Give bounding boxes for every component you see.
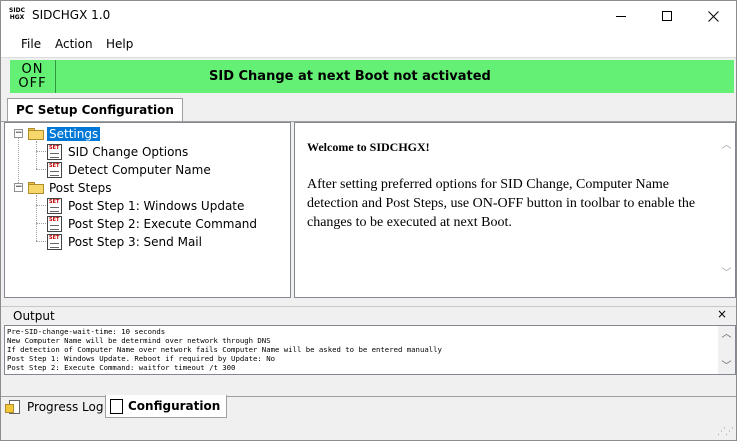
post-steps-collapse-toggle[interactable]: − xyxy=(14,183,23,192)
title-bar[interactable]: SIDC HGX SIDCHGX 1.0 xyxy=(1,1,736,31)
output-line: If detection of Computer Name over netwo… xyxy=(7,345,442,354)
tab-label: Configuration xyxy=(128,399,221,413)
settings-file-icon: SET xyxy=(47,161,62,178)
tree-connector xyxy=(36,223,46,224)
tree-connector xyxy=(36,241,46,242)
tree-node-post-step-3[interactable]: SET Post Step 3: Send Mail xyxy=(47,233,204,250)
tree-node-detect-computer-name[interactable]: SET Detect Computer Name xyxy=(47,161,213,178)
off-label: OFF xyxy=(18,75,47,91)
configuration-page-icon xyxy=(110,398,123,414)
top-tab-strip: PC Setup Configuration xyxy=(1,97,736,121)
tree-node-post-step-2[interactable]: SET Post Step 2: Execute Command xyxy=(47,215,259,232)
tree-node-label: SID Change Options xyxy=(68,144,189,159)
tree-node-label: Post Step 1: Windows Update xyxy=(68,198,245,213)
settings-file-icon: SET xyxy=(47,197,62,214)
output-title: Output xyxy=(13,309,55,323)
toolbar: ON OFF SID Change at next Boot not activ… xyxy=(1,57,736,95)
tree-connector xyxy=(36,205,46,206)
output-line: Post Step 1: Windows Update. Reboot if r… xyxy=(7,354,275,363)
tree-node-post-steps[interactable]: Post Steps xyxy=(28,179,114,196)
tab-label: Progress Log xyxy=(27,399,104,414)
scroll-down-icon[interactable]: ﹀ xyxy=(718,358,735,374)
tree-node-label: Post Step 2: Execute Command xyxy=(68,216,258,231)
minimize-icon xyxy=(616,15,626,17)
output-line: Post Step 2: Execute Command: waitfor ti… xyxy=(7,363,236,372)
status-bar: ⋰⋰ xyxy=(1,420,736,440)
on-label: ON xyxy=(21,61,44,77)
config-tree[interactable]: − Settings SET SID Change Options SET De… xyxy=(4,122,291,298)
close-button[interactable] xyxy=(690,1,736,31)
tree-node-settings[interactable]: Settings xyxy=(28,125,101,142)
maximize-button[interactable] xyxy=(644,1,690,31)
menu-file[interactable]: File xyxy=(21,37,41,51)
output-log[interactable]: Pre-SID-change-wait-time: 10 seconds New… xyxy=(4,325,736,375)
scroll-up-icon[interactable]: ︿ xyxy=(718,326,735,343)
output-line: New Computer Name will be determind over… xyxy=(7,336,271,345)
tree-node-label: Settings xyxy=(47,126,101,141)
welcome-body: After setting preferred options for SID … xyxy=(307,177,696,230)
menu-bar: File Action Help xyxy=(1,31,736,57)
tree-connector xyxy=(36,151,46,152)
tab-pc-setup-configuration[interactable]: PC Setup Configuration xyxy=(7,98,183,121)
settings-file-icon: SET xyxy=(47,215,62,232)
settings-collapse-toggle[interactable]: − xyxy=(14,129,23,138)
menu-action[interactable]: Action xyxy=(55,37,93,51)
settings-file-icon: SET xyxy=(47,233,62,250)
scroll-down-icon[interactable]: ﹀ xyxy=(718,265,735,282)
bottom-tab-strip: Progress Log Configuration xyxy=(1,395,736,419)
tab-configuration[interactable]: Configuration xyxy=(105,395,228,418)
close-icon xyxy=(707,10,719,22)
output-scrollbar[interactable]: ︿ ﹀ xyxy=(718,326,735,374)
tree-node-label: Post Step 3: Send Mail xyxy=(68,234,202,249)
tab-progress-log[interactable]: Progress Log xyxy=(5,395,103,418)
window-title: SIDCHGX 1.0 xyxy=(32,8,111,22)
activation-status-text: SID Change at next Boot not activated xyxy=(209,69,491,84)
welcome-title: Welcome to SIDCHGX! xyxy=(307,140,430,154)
scroll-up-icon[interactable]: ︿ xyxy=(718,137,735,154)
tree-connector xyxy=(36,141,37,169)
welcome-panel: Welcome to SIDCHGX! After setting prefer… xyxy=(294,122,736,298)
minimize-button[interactable] xyxy=(598,1,644,31)
app-window: SIDC HGX SIDCHGX 1.0 File Action Help ON … xyxy=(0,0,737,441)
resize-grip-icon[interactable]: ⋰⋰ xyxy=(717,427,734,437)
tree-connector xyxy=(18,137,19,187)
folder-open-icon xyxy=(28,127,44,140)
tree-node-post-step-1[interactable]: SET Post Step 1: Windows Update xyxy=(47,197,246,214)
output-line: Pre-SID-change-wait-time: 10 seconds xyxy=(7,327,166,336)
tree-connector xyxy=(36,169,46,170)
maximize-icon xyxy=(662,11,672,21)
on-off-button[interactable]: ON OFF xyxy=(10,60,56,93)
menu-help[interactable]: Help xyxy=(106,37,133,51)
folder-icon xyxy=(28,181,44,194)
tree-node-label: Detect Computer Name xyxy=(68,162,211,177)
tab-label: PC Setup Configuration xyxy=(16,103,174,117)
tree-connector xyxy=(36,195,37,241)
tree-node-sid-change-options[interactable]: SET SID Change Options xyxy=(47,143,190,160)
progress-log-icon xyxy=(5,399,23,415)
app-logo-icon: SIDC HGX xyxy=(9,7,25,21)
tree-node-label: Post Steps xyxy=(49,180,112,195)
settings-file-icon: SET xyxy=(47,143,62,160)
output-header: Output × xyxy=(1,306,736,324)
welcome-scrollbar[interactable]: ︿ ﹀ xyxy=(718,123,735,297)
output-close-button[interactable]: × xyxy=(717,307,727,321)
